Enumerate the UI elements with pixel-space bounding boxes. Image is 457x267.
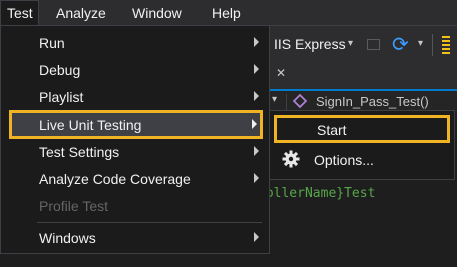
menu-bar: Test Analyze Window Help [0, 0, 457, 26]
menu-item-label: Test Settings [39, 144, 120, 160]
browser-link-icon[interactable] [367, 39, 380, 50]
submenu-arrow-icon [254, 173, 259, 183]
menu-item-label: Debug [39, 62, 81, 78]
close-tab-icon[interactable]: ✕ [276, 66, 286, 80]
gear-icon [281, 149, 301, 169]
submenu-arrow-icon [254, 91, 259, 101]
live-unit-testing-submenu: Start Options... [269, 110, 455, 180]
menu-item-test-settings[interactable]: Test Settings [9, 139, 263, 165]
menu-item-label: Analyze Code Coverage [39, 171, 191, 187]
submenu-arrow-icon [254, 37, 259, 47]
submenu-arrow-icon [254, 64, 259, 74]
run-target-dropdown-icon[interactable]: ▾ [348, 38, 353, 49]
menu-item-label: Live Unit Testing [39, 117, 142, 133]
menu-separator [37, 222, 262, 223]
menu-item-label: Profile Test [39, 198, 108, 214]
toolbar-grip[interactable] [442, 36, 450, 54]
nav-separator [286, 94, 287, 110]
refresh-dropdown-icon[interactable]: ▾ [418, 38, 423, 49]
standard-toolbar: IIS Express ▾ ⟳ ▾ [270, 26, 457, 64]
test-menu-dropdown: Run Debug Playlist Live Unit Testing Tes… [0, 25, 270, 254]
code-text: rollerName}Test [258, 186, 376, 201]
menu-item-label: Windows [39, 230, 96, 246]
menu-item-windows[interactable]: Windows [9, 225, 263, 251]
member-selector[interactable]: SignIn_Pass_Test() [316, 94, 429, 109]
submenu-arrow-icon [254, 232, 259, 242]
menu-item-profile-test: Profile Test [9, 193, 263, 219]
menu-item-options[interactable]: Options... [274, 146, 450, 174]
refresh-icon[interactable]: ⟳ [392, 32, 409, 57]
menu-item-live-unit-testing[interactable]: Live Unit Testing [9, 110, 263, 139]
menu-test[interactable]: Test [0, 0, 39, 25]
menu-item-label: Start [317, 122, 347, 138]
menu-item-label: Options... [314, 152, 374, 168]
nav-dropdown-icon[interactable]: ▾ [272, 94, 277, 105]
menu-item-run[interactable]: Run [9, 30, 263, 56]
toolbar-separator [432, 34, 433, 56]
menu-help[interactable]: Help [206, 0, 247, 25]
submenu-arrow-icon [254, 146, 259, 156]
submenu-arrow-icon [252, 119, 257, 129]
menu-item-playlist[interactable]: Playlist [9, 84, 263, 110]
menu-window[interactable]: Window [126, 0, 188, 25]
document-tab-strip: ✕ [270, 64, 457, 91]
menu-item-label: Playlist [39, 89, 84, 105]
menu-item-label: Run [39, 35, 65, 51]
menu-item-analyze-code-coverage[interactable]: Analyze Code Coverage [9, 166, 263, 192]
menu-analyze[interactable]: Analyze [50, 0, 112, 25]
menu-item-debug[interactable]: Debug [9, 57, 263, 83]
menu-item-start[interactable]: Start [274, 115, 450, 143]
method-icon [292, 93, 308, 109]
run-target-label[interactable]: IIS Express [274, 36, 346, 52]
